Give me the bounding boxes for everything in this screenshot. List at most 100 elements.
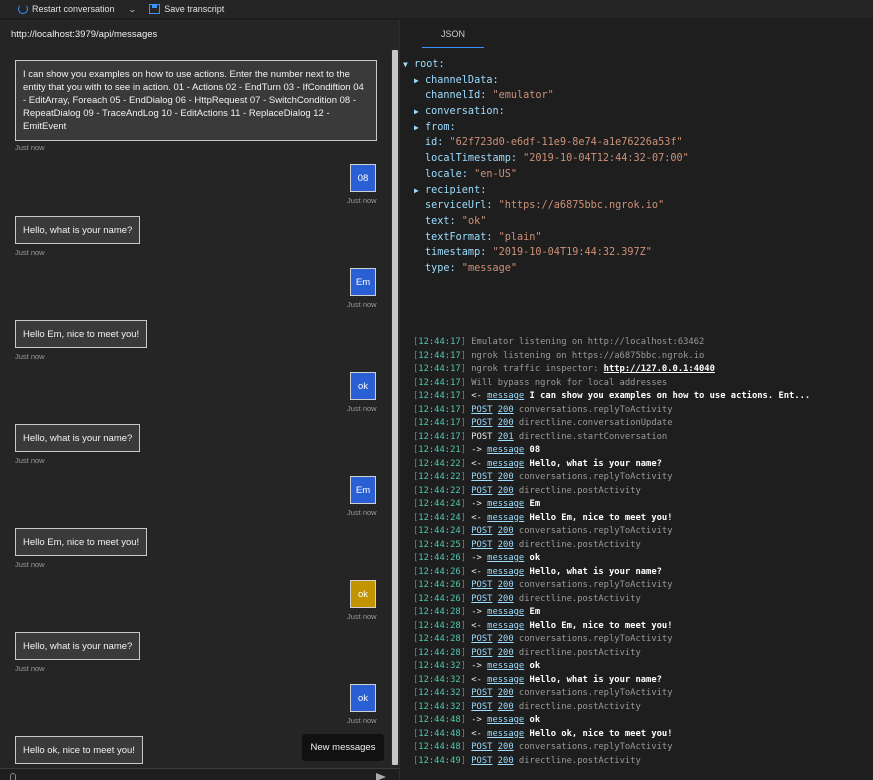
user-message[interactable]: Em [350,268,376,296]
json-node[interactable]: ▶ conversation: [403,104,689,120]
log-link[interactable]: message [487,553,524,563]
log-link[interactable]: message [487,715,524,725]
attachment-icon[interactable] [10,773,16,780]
log-link[interactable]: 200 [498,702,514,712]
collapsed-arrow-icon[interactable]: ▶ [414,120,425,136]
log-link[interactable]: POST [471,418,492,428]
chat-transcript[interactable]: I can show you examples on how to use ac… [0,50,390,765]
log-bracket: ] [460,485,472,496]
log-link[interactable]: message [487,607,524,617]
message-timestamp: Just now [347,716,377,725]
log-link[interactable]: 200 [498,688,514,698]
log-bracket: ] [460,566,472,577]
collapsed-arrow-icon[interactable]: ▶ [414,183,425,199]
log-link[interactable]: POST [471,540,492,550]
bot-message[interactable]: Hello ok, nice to meet you! [15,736,143,764]
log-link[interactable]: POST [471,702,492,712]
log-entry: [12:44:17] POST 200 conversations.replyT… [413,404,810,418]
log-text: Em [524,607,541,617]
log-link[interactable]: POST [471,648,492,658]
log-link[interactable]: 201 [498,432,514,442]
user-message[interactable]: ok [350,372,376,400]
log-entry: [12:44:32] <- message Hello, what is you… [413,674,810,688]
log-link[interactable]: message [487,499,524,509]
log-link[interactable]: message [487,621,524,631]
log-link[interactable]: POST [471,526,492,536]
log-text: <- [471,512,488,523]
log-link[interactable]: message [487,445,524,455]
save-icon [149,4,161,14]
bot-message[interactable]: Hello, what is your name? [15,216,141,244]
log-link[interactable]: POST [471,594,492,604]
chevron-down-icon[interactable]: ⌄ [127,5,136,14]
log-link[interactable]: http://127.0.0.1:4040 [604,364,715,374]
message-input-bar[interactable] [0,768,399,780]
log-link[interactable]: POST [471,580,492,590]
chat-scrollbar-thumb[interactable] [392,50,398,765]
log-link[interactable]: POST [471,472,492,482]
user-message[interactable]: ok [350,580,376,608]
log-link[interactable]: POST [471,756,492,766]
log-text: -> [471,499,488,509]
log-text: -> [471,553,488,563]
log-link[interactable]: 200 [498,580,514,590]
log-link[interactable]: 200 [498,472,514,482]
json-node[interactable]: ▼ root: [403,57,689,73]
json-node[interactable]: ▶ recipient: [403,183,689,199]
log-link[interactable]: message [487,391,524,401]
log-time: 12:44:24 [418,499,461,509]
log-entry: [12:44:17] <- message I can show you exa… [413,390,810,404]
log-link[interactable]: 200 [498,486,514,496]
log-time: 12:44:17 [418,404,461,415]
json-node[interactable]: ▶ from: [403,120,689,136]
log-link[interactable]: message [487,729,524,739]
restart-conversation-button[interactable]: Restart conversation ⌄ [18,0,137,19]
message-timestamp: Just now [347,508,377,517]
log-time: 12:44:28 [418,647,461,658]
log-link[interactable]: message [487,513,524,523]
log-time: 12:44:22 [418,458,461,469]
collapsed-arrow-icon[interactable]: ▶ [414,104,425,120]
log-link[interactable]: 200 [498,756,514,766]
log-link[interactable]: POST [471,405,492,415]
save-transcript-button[interactable]: Save transcript [149,0,224,19]
user-message[interactable]: Em [350,476,376,504]
new-messages-button[interactable]: New messages [302,734,384,761]
collapsed-arrow-icon[interactable]: ▶ [414,73,425,89]
user-message[interactable]: 08 [350,164,376,192]
log-text: ok [524,661,541,671]
log-link[interactable]: message [487,567,524,577]
log-link[interactable]: 200 [498,634,514,644]
json-node: locale: "en-US" [403,167,689,183]
log-link[interactable]: 200 [498,540,514,550]
bot-message[interactable]: Hello Em, nice to meet you! [15,320,148,348]
log-text: directline.postActivity [513,647,641,658]
message-timestamp: Just now [347,196,377,205]
log-link[interactable]: POST [471,486,492,496]
log-link[interactable]: 200 [498,418,514,428]
tab-json[interactable]: JSON [422,29,484,48]
log-link[interactable]: 200 [498,742,514,752]
json-node[interactable]: ▶ channelData: [403,73,689,89]
log-link[interactable]: message [487,675,524,685]
message-timestamp: Just now [15,664,45,673]
send-icon[interactable] [376,773,386,780]
user-message[interactable]: ok [350,684,376,712]
log-link[interactable]: POST [471,742,492,752]
log-link[interactable]: POST [471,634,492,644]
log-entry: [12:44:17] POST 201 directline.startConv… [413,431,810,445]
log-link[interactable]: 200 [498,594,514,604]
log-text: <- [471,391,488,401]
log-link[interactable]: 200 [498,648,514,658]
log-link[interactable]: message [487,459,524,469]
bot-message[interactable]: I can show you examples on how to use ac… [15,60,377,141]
bot-message[interactable]: Hello Em, nice to meet you! [15,528,148,556]
log-link[interactable]: 200 [498,526,514,536]
log-link[interactable]: POST [471,688,492,698]
log-link[interactable]: message [487,661,524,671]
bot-message[interactable]: Hello, what is your name? [15,424,141,452]
log-link[interactable]: 200 [498,405,514,415]
bot-message[interactable]: Hello, what is your name? [15,632,141,660]
expanded-arrow-icon[interactable]: ▼ [403,57,414,73]
log-entry: [12:44:26] POST 200 directline.postActiv… [413,593,810,607]
